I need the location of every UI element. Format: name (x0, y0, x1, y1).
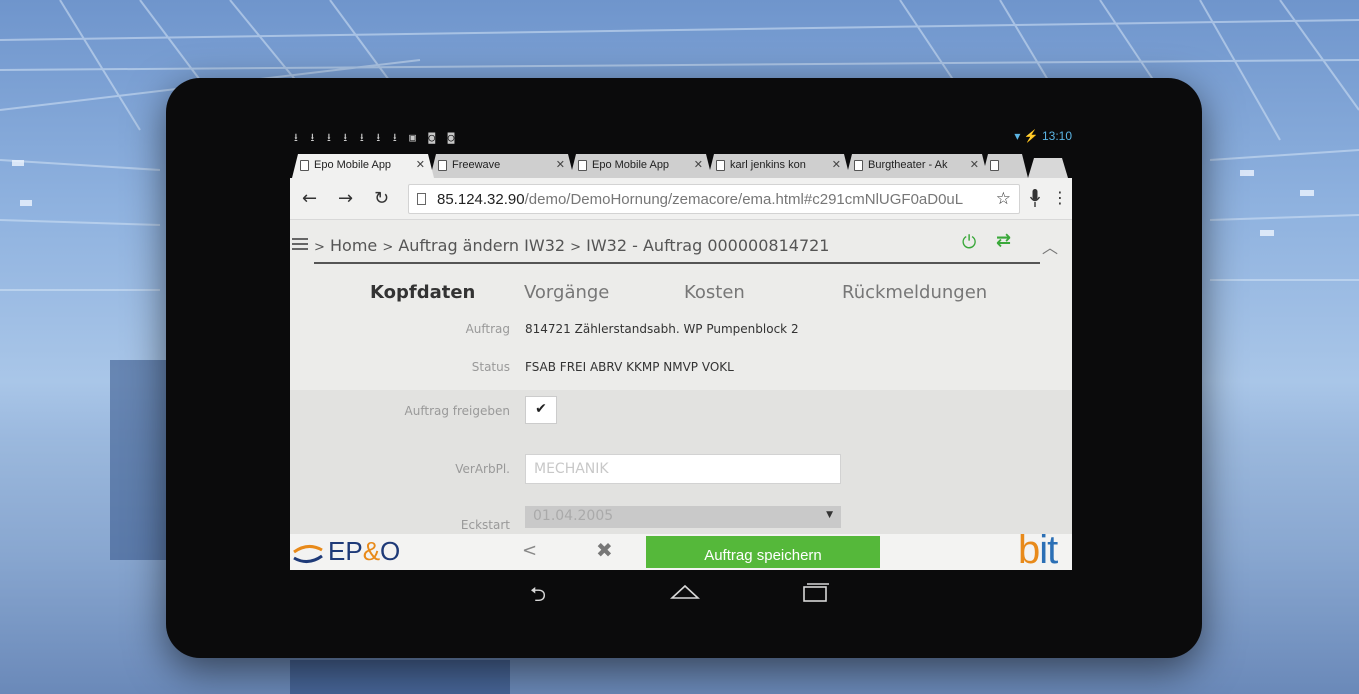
sync-arrows-icon[interactable]: ⇄ (996, 230, 1011, 251)
header-divider (314, 262, 1040, 264)
eckstart-label: Eckstart (460, 518, 510, 532)
forward-arrow-icon[interactable]: → (338, 188, 353, 209)
tab-kopfdaten[interactable]: Kopfdaten (370, 282, 475, 303)
eckstart-value: 01.04.2005 (533, 508, 614, 524)
cancel-button[interactable]: ✖ (596, 538, 613, 562)
star-icon[interactable]: ☆ (996, 189, 1011, 209)
tab-title: Epo Mobile App (592, 159, 670, 171)
status-label: Status (471, 360, 510, 374)
browser-tab[interactable]: Epo Mobile App ✕ (292, 154, 434, 178)
new-tab-button[interactable] (1028, 158, 1068, 178)
tab-title: karl jenkins kon (730, 159, 806, 171)
section-tabs: Kopfdaten Vorgänge Kosten Rückmeldungen (290, 282, 1072, 308)
freigeben-checkbox[interactable]: ✔ (525, 396, 557, 424)
breadcrumb-home[interactable]: Home (330, 236, 377, 255)
address-bar[interactable]: 85.124.32.90/demo/DemoHornung/zemacore/e… (408, 184, 1020, 214)
close-tab-icon[interactable]: ✕ (416, 158, 425, 171)
tab-title: Epo Mobile App (314, 159, 392, 171)
browser-tab[interactable]: Epo Mobile App ✕ (570, 154, 712, 178)
app-bottom-bar: EP&O < ✖ Auftrag speichern bit (290, 528, 1072, 572)
auftrag-value: 814721 Zählerstandsabh. WP Pumpenblock 2 (525, 322, 799, 336)
page-info-icon (417, 193, 426, 205)
browser-tab[interactable]: Burgtheater - Ak ✕ (846, 154, 988, 178)
power-icon[interactable]: ⏻ (962, 232, 976, 253)
browser-tab-strip: Epo Mobile App ✕ Freewave ✕ Epo Mobile A… (290, 144, 1072, 178)
close-tab-icon[interactable]: ✕ (694, 158, 703, 171)
page-icon (716, 160, 725, 171)
epo-logo-arrows-icon (293, 545, 323, 563)
epo-logo: EP&O (328, 536, 401, 566)
verarbpl-input[interactable]: MECHANIK (525, 454, 841, 484)
tab-title: Burgtheater - Ak (868, 159, 948, 171)
microphone-icon[interactable] (1030, 189, 1040, 207)
page-icon (300, 160, 309, 171)
android-back-icon[interactable]: ⮌ (530, 580, 546, 614)
android-home-icon[interactable] (670, 584, 700, 600)
browser-toolbar: ← → ↻ 85.124.32.90/demo/DemoHornung/zema… (290, 178, 1072, 220)
status-value: FSAB FREI ABRV KKMP NMVP VOKL (525, 360, 734, 374)
back-button[interactable]: < (522, 540, 537, 561)
save-order-button[interactable]: Auftrag speichern (646, 536, 880, 568)
auftrag-label: Auftrag (465, 322, 510, 336)
android-nav-bar: ⮌ (290, 570, 1072, 618)
tab-kosten[interactable]: Kosten (684, 282, 745, 303)
close-tab-icon[interactable]: ✕ (832, 158, 841, 171)
tab-rueckmeldungen[interactable]: Rückmeldungen (842, 282, 987, 303)
menu-dots-icon[interactable]: ⋮ (1052, 188, 1068, 207)
breadcrumb-current: IW32 - Auftrag 000000814721 (586, 236, 830, 255)
tab-vorgaenge[interactable]: Vorgänge (524, 282, 609, 303)
status-time: 13:10 (1041, 129, 1072, 143)
tab-title: Freewave (452, 159, 501, 171)
page-icon (854, 160, 863, 171)
page-icon (990, 160, 999, 171)
page-icon (578, 160, 587, 171)
reload-icon[interactable]: ↻ (374, 188, 389, 209)
eckstart-select[interactable]: 01.04.2005 ▼ (525, 506, 841, 528)
url-host: 85.124.32.90 (437, 191, 525, 208)
close-tab-icon[interactable]: ✕ (970, 158, 979, 171)
hamburger-menu-icon[interactable] (292, 238, 308, 250)
android-recents-icon[interactable] (800, 582, 830, 602)
dropdown-caret-icon: ▼ (826, 510, 833, 520)
breadcrumb-level2[interactable]: Auftrag ändern IW32 (398, 236, 565, 255)
android-status-bar: ⭳ ⭳ ⭳ ⭳ ⭳ ⭳ ⭳ ▣ ◙ ◙ ▾ ⚡ 13:10 (290, 128, 1072, 144)
app-header: > Home > Auftrag ändern IW32 > IW32 - Au… (290, 220, 1072, 266)
verarbpl-label: VerArbPl. (455, 462, 510, 476)
browser-tab[interactable] (982, 154, 1028, 178)
page-icon (438, 160, 447, 171)
freigeben-label: Auftrag freigeben (404, 404, 510, 418)
breadcrumb: > Home > Auftrag ändern IW32 > IW32 - Au… (314, 236, 830, 255)
wifi-icon: ▾ ⚡ (1014, 129, 1042, 143)
browser-tab[interactable]: Freewave ✕ (430, 154, 574, 178)
close-tab-icon[interactable]: ✕ (556, 158, 565, 171)
app-content: > Home > Auftrag ändern IW32 > IW32 - Au… (290, 220, 1072, 570)
browser-tab[interactable]: karl jenkins kon ✕ (708, 154, 850, 178)
back-arrow-icon[interactable]: ← (302, 188, 317, 209)
chevron-up-icon[interactable]: ︿ (1042, 234, 1058, 258)
bit-logo: bit (1018, 528, 1058, 572)
url-path: /demo/DemoHornung/zemacore/ema.html#c291… (524, 191, 964, 208)
